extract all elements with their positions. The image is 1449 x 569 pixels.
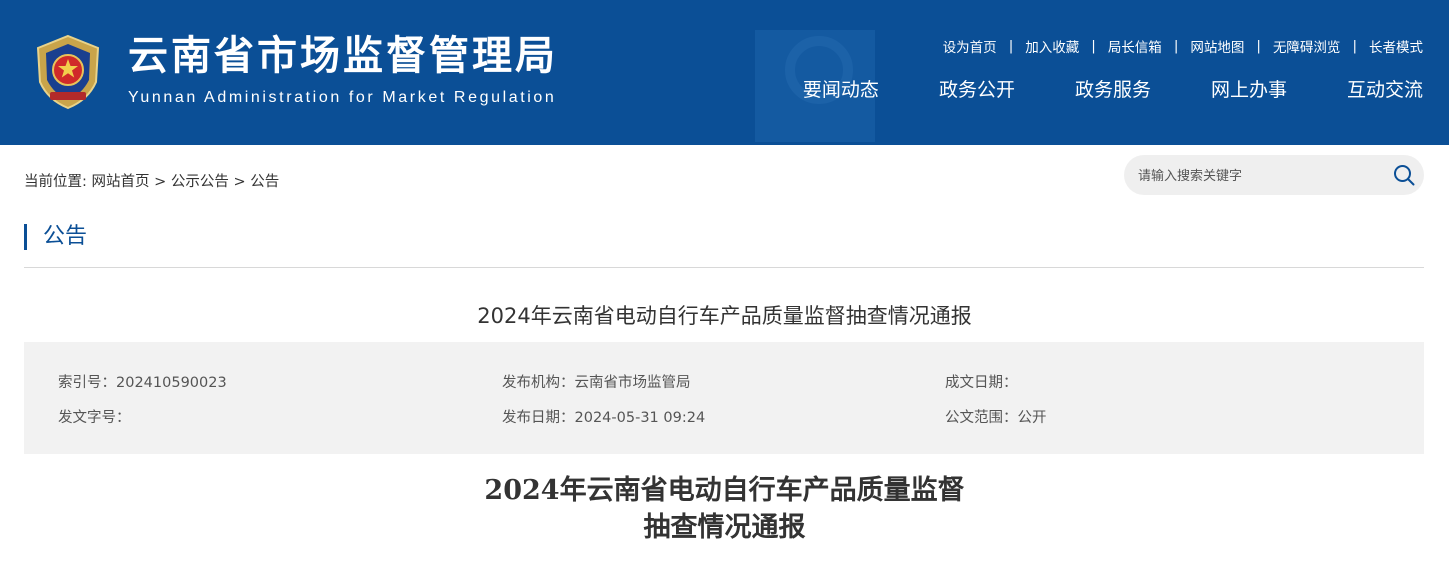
meta-issuer-value: 云南省市场监管局 (574, 375, 691, 391)
meta-index: 索引号：202410590023 (58, 371, 227, 392)
meta-formed-date: 成文日期： (945, 371, 1018, 392)
site-subtitle: Yunnan Administration for Market Regulat… (128, 89, 557, 106)
meta-scope-value: 公开 (1017, 410, 1047, 426)
nav-item-gov-affairs-open[interactable]: 政务公开 (939, 76, 1015, 104)
top-link-director-mailbox[interactable]: 局长信箱 (1108, 36, 1162, 56)
meta-doc-number-label: 发文字号： (58, 410, 131, 426)
search-icon[interactable] (1392, 163, 1416, 187)
breadcrumb-home[interactable]: 网站首页 (92, 174, 150, 190)
top-link-set-homepage[interactable]: 设为首页 (943, 36, 997, 56)
top-link-bookmark[interactable]: 加入收藏 (1025, 36, 1079, 56)
article-meta-box: 索引号：202410590023 发布机构：云南省市场监管局 成文日期： 发文字… (24, 342, 1424, 454)
site-title: 云南省市场监督管理局 (128, 33, 558, 79)
top-link-sitemap[interactable]: 网站地图 (1190, 36, 1244, 56)
document-heading: 2024年云南省电动自行车产品质量监督 抽查情况通报 (0, 472, 1449, 546)
document-heading-line-1: 2024年云南省电动自行车产品质量监督 (484, 475, 965, 506)
meta-doc-number: 发文字号： (58, 406, 131, 427)
meta-scope: 公文范围：公开 (945, 406, 1047, 427)
meta-issuer: 发布机构：云南省市场监管局 (502, 371, 691, 392)
top-link-separator: | (1352, 38, 1357, 54)
top-link-separator: | (1091, 38, 1096, 54)
breadcrumb-separator: > (228, 174, 251, 190)
document-heading-line-2: 抽查情况通报 (643, 512, 806, 543)
top-links: 设为首页 | 加入收藏 | 局长信箱 | 网站地图 | 无障碍浏览 | 长者模式 (943, 36, 1423, 56)
top-link-separator: | (1173, 38, 1179, 54)
top-link-separator: | (1008, 38, 1014, 54)
emblem-icon[interactable] (32, 34, 104, 110)
meta-scope-label: 公文范围： (945, 410, 1018, 426)
breadcrumb-separator: > (149, 174, 171, 190)
top-link-separator: | (1256, 38, 1261, 54)
breadcrumb: 当前位置: 网站首页 > 公示公告 > 公告 (24, 170, 279, 191)
meta-index-value: 202410590023 (116, 375, 227, 391)
nav-item-online-services[interactable]: 网上办事 (1211, 76, 1287, 104)
meta-formed-date-label: 成文日期： (945, 375, 1018, 391)
search-input[interactable] (1136, 155, 1390, 197)
meta-issuer-label: 发布机构： (502, 375, 575, 391)
breadcrumb-notice[interactable]: 公告 (250, 174, 279, 190)
article-title: 2024年云南省电动自行车产品质量监督抽查情况通报 (477, 304, 972, 328)
meta-index-label: 索引号： (58, 375, 116, 391)
nav-item-news[interactable]: 要闻动态 (803, 76, 879, 104)
breadcrumb-announcements[interactable]: 公示公告 (171, 174, 229, 190)
search-box (1124, 155, 1424, 197)
nav-item-gov-services[interactable]: 政务服务 (1075, 76, 1151, 104)
main-nav: 要闻动态 政务公开 政务服务 网上办事 互动交流 (803, 76, 1423, 104)
breadcrumb-prefix: 当前位置: (24, 174, 92, 190)
section-title: 公告 (24, 224, 87, 250)
top-link-accessibility[interactable]: 无障碍浏览 (1273, 36, 1341, 56)
meta-publish-date: 发布日期：2024-05-31 09:24 (502, 406, 705, 427)
nav-item-interaction[interactable]: 互动交流 (1347, 76, 1423, 104)
top-link-elder-mode[interactable]: 长者模式 (1369, 36, 1423, 56)
meta-publish-date-value: 2024-05-31 09:24 (574, 410, 706, 426)
meta-publish-date-label: 发布日期： (502, 410, 575, 426)
section-divider (24, 267, 1424, 268)
site-header: 云南省市场监督管理局 Yunnan Administration for Mar… (0, 0, 1449, 145)
